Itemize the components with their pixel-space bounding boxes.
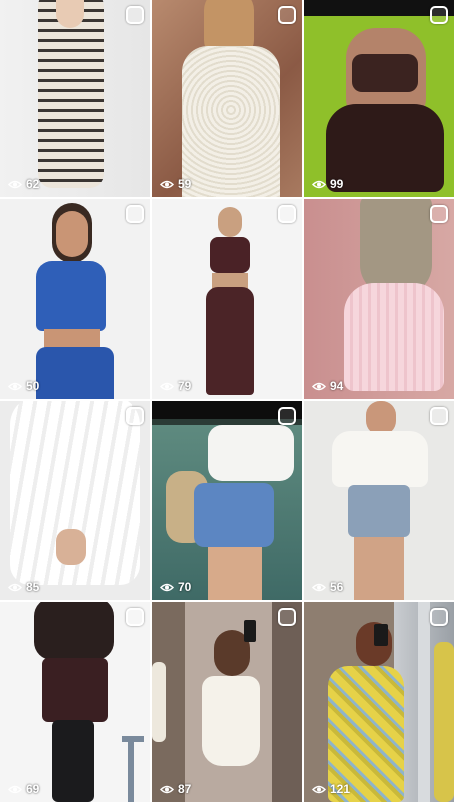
photo-tile[interactable]: 85: [0, 401, 150, 600]
photo-figure: [56, 529, 86, 565]
photo-figure: [36, 261, 106, 331]
select-square-icon[interactable]: [278, 608, 296, 626]
eye-icon: [160, 583, 174, 591]
photo-tile[interactable]: 79: [152, 199, 302, 399]
select-square-icon[interactable]: [430, 205, 448, 223]
photo-tile[interactable]: 69: [0, 602, 150, 802]
eye-icon: [8, 583, 22, 591]
view-count: 70: [160, 580, 191, 594]
view-count-value: 87: [178, 782, 192, 796]
photo-figure: [202, 676, 260, 766]
photo-figure: [208, 547, 262, 600]
photo-figure: [344, 283, 444, 391]
view-count-value: 56: [330, 580, 344, 594]
select-square-icon[interactable]: [278, 6, 296, 24]
photo-figure: [366, 401, 396, 435]
view-count-value: 70: [178, 580, 192, 594]
photo-figure: [44, 329, 100, 349]
select-square-icon[interactable]: [278, 407, 296, 425]
view-count: 56: [312, 580, 343, 594]
view-count-value: 94: [330, 379, 344, 393]
photo-figure: [434, 642, 454, 802]
photo-figure: [34, 602, 114, 660]
view-count: 62: [8, 177, 39, 191]
photo-tile[interactable]: 94: [304, 199, 454, 399]
photo-figure: [38, 0, 104, 188]
photo-figure: [194, 483, 274, 547]
eye-icon: [8, 785, 22, 793]
photo-figure: [348, 485, 410, 537]
photo-figure: [352, 54, 418, 92]
view-count: 59: [160, 177, 191, 191]
photo-figure: [42, 658, 108, 722]
view-count: 94: [312, 379, 343, 393]
photo-tile[interactable]: 99: [304, 0, 454, 197]
view-count-value: 59: [178, 177, 192, 191]
view-count-value: 85: [26, 580, 40, 594]
view-count-value: 121: [330, 782, 351, 796]
select-square-icon[interactable]: [126, 608, 144, 626]
photo-figure: [52, 720, 94, 802]
photo-tile[interactable]: 59: [152, 0, 302, 197]
photo-tile[interactable]: 50: [0, 199, 150, 399]
select-square-icon[interactable]: [430, 608, 448, 626]
photo-figure: [208, 425, 294, 481]
view-count: 85: [8, 580, 39, 594]
photo-figure: [218, 207, 242, 237]
view-count: 79: [160, 379, 191, 393]
photo-figure: [374, 624, 388, 646]
photo-figure: [56, 0, 84, 28]
photo-figure: [326, 104, 444, 192]
photo-figure: [182, 46, 280, 197]
eye-icon: [312, 785, 326, 793]
photo-figure: [152, 662, 166, 742]
select-square-icon[interactable]: [126, 6, 144, 24]
photo-figure: [418, 602, 430, 802]
select-square-icon[interactable]: [430, 407, 448, 425]
photo-figure: [354, 537, 404, 600]
photo-figure: [244, 620, 256, 642]
photo-figure: [36, 347, 114, 399]
photo-figure: [210, 237, 250, 273]
eye-icon: [312, 180, 326, 188]
photo-tile[interactable]: 70: [152, 401, 302, 600]
select-square-icon[interactable]: [126, 205, 144, 223]
photo-tile[interactable]: 56: [304, 401, 454, 600]
photo-tile[interactable]: 87: [152, 602, 302, 802]
photo-figure: [206, 287, 254, 395]
view-count: 69: [8, 782, 39, 796]
view-count-value: 69: [26, 782, 40, 796]
photo-grid: 62 59 99 50 79 94 85 70 56 69 87 121: [0, 0, 454, 802]
view-count-value: 62: [26, 177, 40, 191]
photo-figure: [128, 740, 134, 802]
view-count: 87: [160, 782, 191, 796]
view-count: 121: [312, 782, 350, 796]
photo-figure: [332, 431, 428, 487]
view-count-value: 99: [330, 177, 344, 191]
eye-icon: [8, 382, 22, 390]
select-square-icon[interactable]: [430, 6, 448, 24]
select-square-icon[interactable]: [278, 205, 296, 223]
eye-icon: [8, 180, 22, 188]
eye-icon: [312, 382, 326, 390]
photo-tile[interactable]: 121: [304, 602, 454, 802]
view-count: 99: [312, 177, 343, 191]
select-square-icon[interactable]: [126, 407, 144, 425]
eye-icon: [160, 785, 174, 793]
eye-icon: [160, 382, 174, 390]
eye-icon: [160, 180, 174, 188]
view-count-value: 50: [26, 379, 40, 393]
view-count-value: 79: [178, 379, 192, 393]
view-count: 50: [8, 379, 39, 393]
photo-tile[interactable]: 62: [0, 0, 150, 197]
eye-icon: [312, 583, 326, 591]
photo-figure: [56, 211, 88, 257]
photo-figure: [360, 199, 432, 295]
